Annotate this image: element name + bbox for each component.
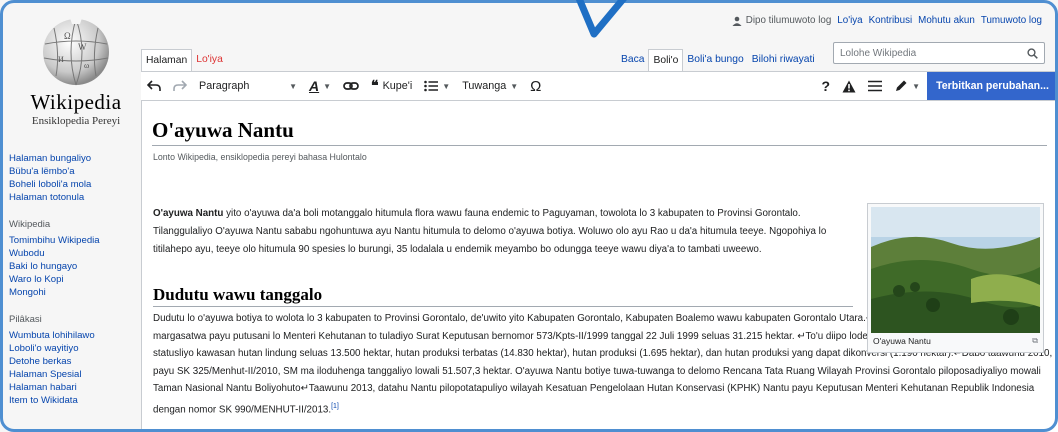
warning-icon [842,80,856,92]
personal-tools: Dipo tilumuwoto log Lo'iya Kontribusi Mo… [732,15,1042,26]
link-button[interactable] [337,71,365,101]
sidebar-item-about[interactable]: Tomimbihu Wikipedia [9,234,141,247]
editor-switch-dropdown[interactable]: ▼ [888,71,926,101]
text-style-dropdown[interactable]: A ▼ [303,71,337,101]
list-dropdown[interactable]: ▼ [418,71,456,101]
user-status-label: Dipo tilumuwoto log [745,15,832,26]
personal-link-create-account[interactable]: Mohutu akun [918,15,975,26]
citation-reference[interactable]: [1] [331,403,339,410]
personal-link-log-in[interactable]: Tumuwoto log [981,15,1042,26]
pencil-icon [896,80,907,91]
sidebar-item-wikidata[interactable]: Item to Wikidata [9,394,141,407]
personal-link-talk[interactable]: Lo'iya [837,15,862,26]
chevron-down-icon: ▼ [289,81,297,91]
svg-text:Ω: Ω [64,31,71,41]
insert-dropdown[interactable]: Tuwanga ▼ [456,71,524,101]
paragraph-format-label: Paragraph [199,80,250,92]
title-divider [152,145,1047,146]
user-status: Dipo tilumuwoto log [732,15,832,26]
bullet-list-icon [424,80,439,92]
help-icon: ? [821,78,831,94]
article-content: O'ayuwa Nantu Lonto Wikipedia, ensiklope… [141,101,1058,432]
chevron-down-icon: ▼ [323,81,332,91]
search-icon[interactable] [1027,47,1038,59]
sidebar-navigation: Halaman bungaliyo Bübu'a lëmbo'a Boheli … [9,152,141,417]
sidebar-item-upload-file[interactable]: Detohe berkas [9,355,141,368]
sidebar-item-sandbox[interactable]: Baki lo hungayo [9,260,141,273]
tab-history[interactable]: Bilohi riwayati [748,49,819,71]
insert-label: Tuwanga [462,80,507,92]
paragraph-format-dropdown[interactable]: Paragraph ▼ [193,71,303,101]
sidebar-heading-wikipedia: Wikipedia [9,219,51,230]
cite-button[interactable]: ❝ Kupe'i [365,71,418,101]
tab-talk[interactable]: Lo'iya [192,49,227,71]
quote-icon: ❝ [371,78,379,94]
special-character-button[interactable]: Ω [524,71,547,101]
lead-bold-title: O'ayuwa Nantu [153,208,224,219]
sidebar-item-special-pages[interactable]: Halaman Spesial [9,368,141,381]
sidebar-item-help[interactable]: Wubodu [9,247,141,260]
puzzle-globe-icon: Ω W И ω [43,18,109,86]
link-icon [343,82,359,90]
search-input[interactable]: Lolohe Wikipedia [833,42,1045,64]
chevron-down-icon: ▼ [510,81,519,91]
personal-link-contributions[interactable]: Kontribusi [869,15,913,26]
view-tabs: Baca Boli'o Boli'a bungo Bilohi riwayati [617,49,819,71]
site-tagline: Lonto Wikipedia, ensiklopedia pereyi bah… [153,152,367,162]
svg-text:W: W [78,42,87,52]
sidebar-item-random-page[interactable]: Halaman totonula [9,191,141,204]
tab-page[interactable]: Halaman [141,49,193,71]
page-title: O'ayuwa Nantu [152,118,294,142]
redo-button[interactable] [167,71,193,101]
sidebar-item-what-links-here[interactable]: Wumbuta lohihilawo [9,329,141,342]
svg-text:ω: ω [84,61,89,70]
sidebar-item-contact[interactable]: Mongohi [9,286,141,299]
section-heading[interactable]: Dudutu wawu tanggalo [153,285,322,305]
logo-tagline: Ensiklopedia Pereyi [31,115,121,127]
page-options-button[interactable] [862,71,888,101]
publish-changes-button[interactable]: Terbitkan perubahan... [927,72,1058,100]
lead-text: yito o'ayuwa da'a boli motanggalo hitumu… [153,208,827,255]
enlarge-icon[interactable]: ⧉ [1032,336,1038,346]
sidebar-item-main-page[interactable]: Halaman bungaliyo [9,152,141,165]
visual-editor-toolbar: Paragraph ▼ A ▼ ❝ Kupe'i ▼ Tuwanga ▼ Ω ?… [141,71,1058,101]
lead-paragraph[interactable]: O'ayuwa Nantu yito o'ayuwa da'a boli mot… [153,205,853,259]
user-icon [732,16,742,26]
sidebar-item-current-events[interactable]: Boheli loboli'a mola [9,178,141,191]
omega-icon: Ω [530,77,542,95]
tab-edit[interactable]: Boli'o [648,49,684,71]
notices-button[interactable] [836,71,862,101]
section-divider [153,306,853,307]
sidebar-wikipedia-section: Wikipedia Tomimbihu Wikipedia Wubodu Bak… [9,214,141,299]
help-button[interactable]: ? [816,71,837,101]
sidebar-item-related-changes[interactable]: Loboli'o wayitiyo [9,342,141,355]
redo-icon [173,80,187,91]
forest-landscape-image [871,207,1040,333]
svg-text:И: И [58,55,64,64]
undo-button[interactable] [141,71,167,101]
thumbnail-caption-text: O'ayuwa Nantu [873,336,931,346]
sidebar-item-page-info[interactable]: Halaman habari [9,381,141,394]
tab-edit-source[interactable]: Boli'a bungo [683,49,747,71]
tab-read[interactable]: Baca [617,49,648,71]
thumbnail-caption: O'ayuwa Nantu ⧉ [871,336,1040,346]
text-style-icon: A [309,78,320,94]
article-thumbnail[interactable]: O'ayuwa Nantu ⧉ [867,203,1044,353]
chevron-down-icon: ▼ [442,81,451,91]
wikipedia-logo[interactable]: Ω W И ω Wikipedia Ensiklopedia Pereyi [12,14,140,127]
chevron-down-icon: ▼ [912,81,920,91]
sidebar-main-section: Halaman bungaliyo Bübu'a lëmbo'a Boheli … [9,152,141,204]
annotation-arrow-icon [575,0,627,38]
sidebar-heading-tools: Pilâkasi [9,314,42,325]
menu-icon [868,80,883,92]
sidebar-item-contents[interactable]: Bübu'a lëmbo'a [9,165,141,178]
cite-label: Kupe'i [382,80,413,92]
sidebar-item-village-pump[interactable]: Waro lo Kopi [9,273,141,286]
undo-icon [147,80,161,91]
search-placeholder: Lolohe Wikipedia [840,47,917,59]
sidebar-tools-section: Pilâkasi Wumbuta lohihilawo Loboli'o way… [9,309,141,407]
logo-wordmark: Wikipedia [30,90,122,114]
namespace-tabs: Halaman Lo'iya [141,49,227,71]
